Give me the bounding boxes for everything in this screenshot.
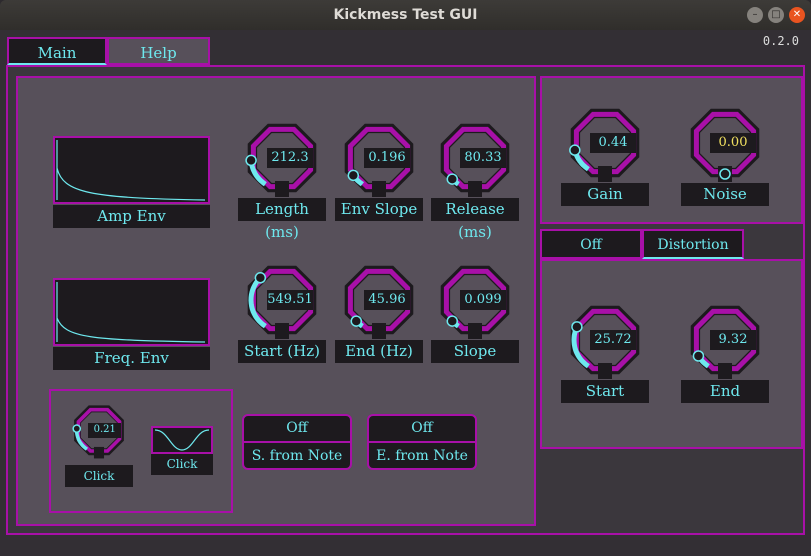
- start-from-note-state: Off: [244, 416, 350, 443]
- click-value: 0.21: [88, 423, 122, 438]
- slope-handle[interactable]: [446, 315, 459, 327]
- slope-knob[interactable]: 0.099 Slope: [431, 262, 519, 363]
- click-knob[interactable]: 0.21 Click: [64, 403, 134, 487]
- window-titlebar: Kickmess Test GUI – □ ✕: [0, 0, 811, 30]
- noise-knob[interactable]: 0.00 Noise: [681, 105, 769, 206]
- env-slope-knob[interactable]: 0.196 Env Slope: [335, 120, 423, 221]
- start-from-note-button[interactable]: Off S. from Note: [242, 414, 352, 470]
- slope-value: 0.099: [460, 290, 506, 310]
- release-knob[interactable]: 80.33 Release (ms): [431, 120, 519, 241]
- click-handle[interactable]: [72, 424, 82, 434]
- start-hz-knob[interactable]: 549.51 Start (Hz): [238, 262, 326, 363]
- amp-env-label: Amp Env: [53, 205, 210, 228]
- click-shape-label: Click: [151, 454, 213, 475]
- noise-handle[interactable]: [719, 168, 731, 180]
- click-shape-display[interactable]: [151, 426, 213, 454]
- amp-env-curve: [56, 140, 206, 201]
- main-page: Amp Env Freq. Env 212.3 Length (ms) 0.196…: [6, 65, 805, 535]
- gain-label: Gain: [561, 183, 649, 206]
- end-from-note-state: Off: [369, 416, 475, 443]
- slope-label: Slope: [431, 340, 519, 363]
- end-hz-handle[interactable]: [350, 315, 363, 327]
- env-slope-value: 0.196: [364, 148, 410, 168]
- dist-end-handle[interactable]: [692, 350, 705, 362]
- tab-help[interactable]: Help: [107, 37, 210, 65]
- app-body: 0.2.0 Main Help Amp Env Freq. Env 212.3 L…: [0, 30, 811, 556]
- length-label: Length (ms): [238, 198, 326, 241]
- release-handle[interactable]: [446, 173, 459, 185]
- start-hz-handle[interactable]: [254, 272, 267, 284]
- length-value: 212.3: [267, 148, 313, 168]
- noise-value: 0.00: [710, 133, 756, 153]
- click-panel: 0.21 Click Click: [49, 389, 233, 513]
- gain-handle[interactable]: [569, 144, 581, 156]
- env-slope-handle[interactable]: [347, 169, 360, 182]
- end-hz-knob[interactable]: 45.96 End (Hz): [335, 262, 423, 363]
- freq-env-display[interactable]: [53, 278, 210, 346]
- gain-knob[interactable]: 0.44 Gain: [561, 105, 649, 206]
- dist-start-label: Start: [561, 380, 649, 403]
- click-label: Click: [65, 465, 133, 487]
- distortion-end-knob[interactable]: 9.32 End: [681, 302, 769, 403]
- output-panel: 0.44 Gain 0.00 Noise: [540, 76, 803, 224]
- tab-main[interactable]: Main: [7, 37, 107, 65]
- end-from-note-label: E. from Note: [376, 448, 468, 464]
- start-hz-label: Start (Hz): [238, 340, 326, 363]
- gain-value: 0.44: [590, 133, 636, 153]
- env-slope-label: Env Slope: [335, 198, 423, 221]
- dist-end-value: 9.32: [710, 330, 756, 350]
- release-label: Release (ms): [431, 198, 519, 241]
- click-shape-curve: [154, 429, 210, 451]
- length-knob[interactable]: 212.3 Length (ms): [238, 120, 326, 241]
- version-label: 0.2.0: [762, 34, 799, 48]
- distortion-panel: 25.72 Start 9.32 End: [540, 259, 803, 449]
- end-hz-label: End (Hz): [335, 340, 423, 363]
- dist-start-handle[interactable]: [571, 321, 583, 333]
- close-icon[interactable]: ✕: [789, 7, 805, 23]
- dist-start-value: 25.72: [590, 330, 636, 350]
- distortion-tab[interactable]: Distortion: [642, 229, 744, 259]
- maximize-icon[interactable]: □: [768, 7, 784, 23]
- window-title: Kickmess Test GUI: [333, 7, 478, 23]
- release-value: 80.33: [460, 148, 506, 168]
- freq-env-label: Freq. Env: [53, 347, 210, 370]
- start-hz-value: 549.51: [267, 290, 313, 310]
- start-from-note-label: S. from Note: [251, 448, 343, 464]
- freq-env-curve: [56, 282, 206, 343]
- distortion-start-knob[interactable]: 25.72 Start: [561, 302, 649, 403]
- dist-end-label: End: [681, 380, 769, 403]
- end-from-note-button[interactable]: Off E. from Note: [367, 414, 477, 470]
- noise-label: Noise: [681, 183, 769, 206]
- end-hz-value: 45.96: [364, 290, 410, 310]
- length-handle[interactable]: [245, 154, 257, 167]
- main-panel: Amp Env Freq. Env 212.3 Length (ms) 0.196…: [16, 76, 536, 526]
- minimize-icon[interactable]: –: [747, 7, 763, 23]
- distortion-off-toggle[interactable]: Off: [540, 229, 642, 259]
- amp-env-display[interactable]: [53, 136, 210, 204]
